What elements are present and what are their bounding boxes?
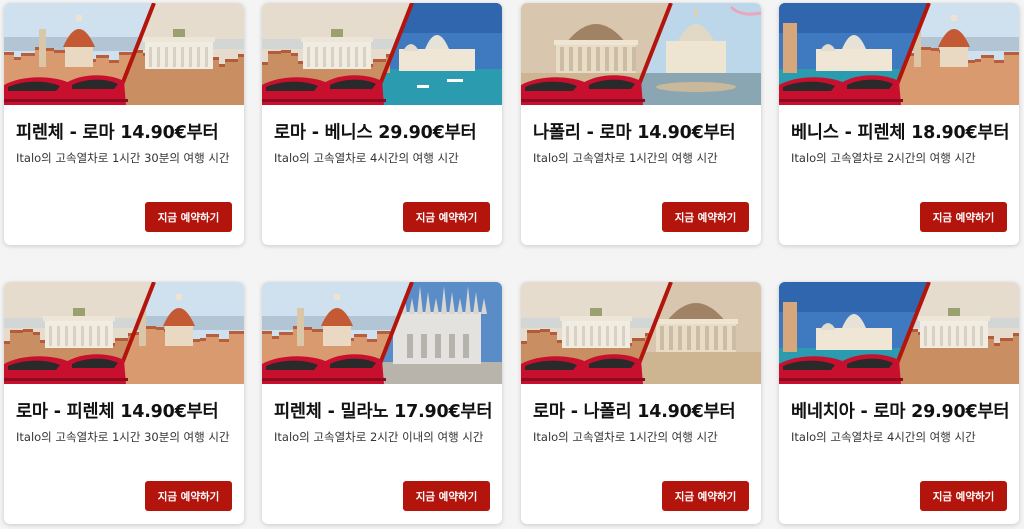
route-image [521,3,761,105]
route-description: Italo의 고속열차로 2시간의 여행 시간 [791,151,976,165]
route-card-grid: 피렌체 - 로마 14.90€부터 Italo의 고속열차로 1시간 30분의 … [0,0,1024,529]
book-now-button[interactable]: 지금 예약하기 [403,202,490,232]
route-image [262,3,502,105]
route-card[interactable]: 나폴리 - 로마 14.90€부터 Italo의 고속열차로 1시간의 여행 시… [521,3,761,245]
route-title[interactable]: 로마 - 피렌체 14.90€부터 [16,398,238,423]
route-card[interactable]: 베네치아 - 로마 29.90€부터 Italo의 고속열차로 4시간의 여행 … [779,282,1019,524]
book-now-button[interactable]: 지금 예약하기 [145,481,232,511]
route-card[interactable]: 로마 - 나폴리 14.90€부터 Italo의 고속열차로 1시간의 여행 시… [521,282,761,524]
route-description: Italo의 고속열차로 1시간 30분의 여행 시간 [16,430,230,444]
route-title[interactable]: 피렌체 - 밀라노 17.90€부터 [274,398,496,423]
book-now-button[interactable]: 지금 예약하기 [920,481,1007,511]
book-now-button[interactable]: 지금 예약하기 [403,481,490,511]
route-title[interactable]: 로마 - 나폴리 14.90€부터 [533,398,755,423]
book-now-button[interactable]: 지금 예약하기 [920,202,1007,232]
route-title[interactable]: 베네치아 - 로마 29.90€부터 [791,398,1013,423]
route-image [4,282,244,384]
route-description: Italo의 고속열차로 1시간의 여행 시간 [533,430,718,444]
book-now-button[interactable]: 지금 예약하기 [662,481,749,511]
book-now-button[interactable]: 지금 예약하기 [662,202,749,232]
book-now-button[interactable]: 지금 예약하기 [145,202,232,232]
route-image [779,282,1019,384]
route-card[interactable]: 베니스 - 피렌체 18.90€부터 Italo의 고속열차로 2시간의 여행 … [779,3,1019,245]
route-description: Italo의 고속열차로 2시간 이내의 여행 시간 [274,430,484,444]
route-image [521,282,761,384]
route-card[interactable]: 로마 - 피렌체 14.90€부터 Italo의 고속열차로 1시간 30분의 … [4,282,244,524]
route-card[interactable]: 피렌체 - 밀라노 17.90€부터 Italo의 고속열차로 2시간 이내의 … [262,282,502,524]
route-description: Italo의 고속열차로 4시간의 여행 시간 [274,151,459,165]
route-title[interactable]: 로마 - 베니스 29.90€부터 [274,119,496,144]
route-card[interactable]: 피렌체 - 로마 14.90€부터 Italo의 고속열차로 1시간 30분의 … [4,3,244,245]
route-image [779,3,1019,105]
route-title[interactable]: 나폴리 - 로마 14.90€부터 [533,119,755,144]
route-card[interactable]: 로마 - 베니스 29.90€부터 Italo의 고속열차로 4시간의 여행 시… [262,3,502,245]
route-title[interactable]: 피렌체 - 로마 14.90€부터 [16,119,238,144]
route-image [262,282,502,384]
route-description: Italo의 고속열차로 1시간의 여행 시간 [533,151,718,165]
route-title[interactable]: 베니스 - 피렌체 18.90€부터 [791,119,1013,144]
route-image [4,3,244,105]
route-description: Italo의 고속열차로 1시간 30분의 여행 시간 [16,151,230,165]
route-description: Italo의 고속열차로 4시간의 여행 시간 [791,430,976,444]
